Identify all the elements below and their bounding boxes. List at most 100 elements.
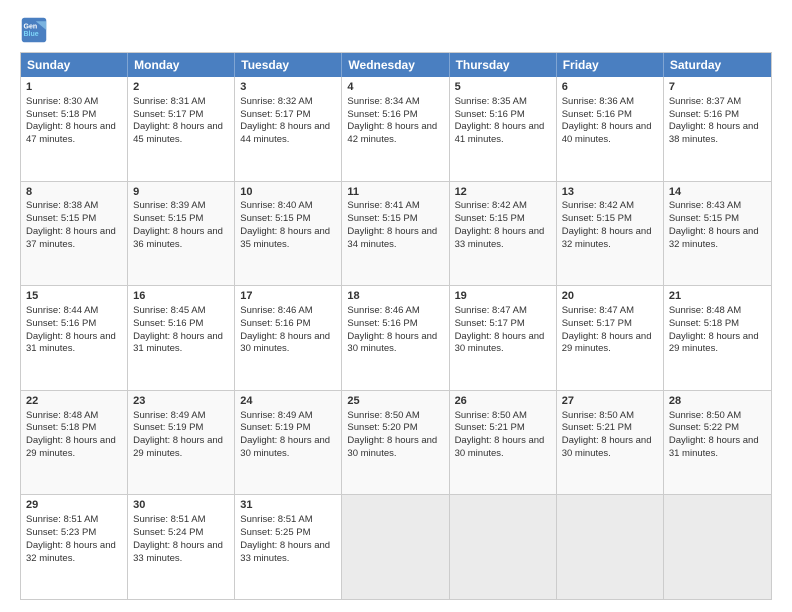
sunset-text: Sunset: 5:16 PM [562, 109, 632, 120]
sunrise-text: Sunrise: 8:51 AM [133, 514, 205, 525]
sunrise-text: Sunrise: 8:41 AM [347, 200, 419, 211]
sunrise-text: Sunrise: 8:50 AM [455, 410, 527, 421]
sunrise-text: Sunrise: 8:44 AM [26, 305, 98, 316]
daylight-text: Daylight: 8 hours and 30 minutes. [347, 331, 437, 355]
day-cell-25: 25Sunrise: 8:50 AMSunset: 5:20 PMDayligh… [342, 391, 449, 495]
daylight-text: Daylight: 8 hours and 30 minutes. [240, 331, 330, 355]
day-number: 14 [669, 185, 766, 200]
day-cell-1: 1Sunrise: 8:30 AMSunset: 5:18 PMDaylight… [21, 77, 128, 181]
daylight-text: Daylight: 8 hours and 30 minutes. [240, 435, 330, 459]
day-cell-18: 18Sunrise: 8:46 AMSunset: 5:16 PMDayligh… [342, 286, 449, 390]
sunset-text: Sunset: 5:16 PM [347, 109, 417, 120]
day-number: 26 [455, 394, 551, 409]
day-cell-11: 11Sunrise: 8:41 AMSunset: 5:15 PMDayligh… [342, 182, 449, 286]
daylight-text: Daylight: 8 hours and 42 minutes. [347, 121, 437, 145]
sunrise-text: Sunrise: 8:42 AM [562, 200, 634, 211]
header-day-saturday: Saturday [664, 53, 771, 77]
empty-cell [664, 495, 771, 599]
sunset-text: Sunset: 5:16 PM [133, 318, 203, 329]
header-day-monday: Monday [128, 53, 235, 77]
day-cell-14: 14Sunrise: 8:43 AMSunset: 5:15 PMDayligh… [664, 182, 771, 286]
sunrise-text: Sunrise: 8:31 AM [133, 96, 205, 107]
day-cell-19: 19Sunrise: 8:47 AMSunset: 5:17 PMDayligh… [450, 286, 557, 390]
sunset-text: Sunset: 5:20 PM [347, 422, 417, 433]
sunrise-text: Sunrise: 8:36 AM [562, 96, 634, 107]
sunrise-text: Sunrise: 8:49 AM [133, 410, 205, 421]
day-number: 2 [133, 80, 229, 95]
daylight-text: Daylight: 8 hours and 29 minutes. [26, 435, 116, 459]
sunrise-text: Sunrise: 8:32 AM [240, 96, 312, 107]
calendar-week-2: 8Sunrise: 8:38 AM Sunset: 5:15 PM Daylight… [21, 182, 771, 287]
daylight-text: Daylight: 8 hours and 34 minutes. [347, 226, 437, 250]
day-cell-8: 8Sunrise: 8:38 AMSunset: 5:15 PMDaylight… [21, 182, 128, 286]
day-number: 25 [347, 394, 443, 409]
day-cell-22: 22Sunrise: 8:48 AMSunset: 5:18 PMDayligh… [21, 391, 128, 495]
sunset-text: Sunset: 5:15 PM [669, 213, 739, 224]
daylight-text: Daylight: 8 hours and 29 minutes. [133, 435, 223, 459]
daylight-text: Daylight: 8 hours and 29 minutes. [669, 331, 759, 355]
day-cell-27: 27Sunrise: 8:50 AMSunset: 5:21 PMDayligh… [557, 391, 664, 495]
sunset-text: Sunset: 5:17 PM [240, 109, 310, 120]
day-cell-16: 16Sunrise: 8:45 AMSunset: 5:16 PMDayligh… [128, 286, 235, 390]
sunrise-text: Sunrise: 8:30 AM [26, 96, 98, 107]
day-number: 15 [26, 289, 122, 304]
sunrise-text: Sunrise: 8:34 AM [347, 96, 419, 107]
day-number: 1 [26, 80, 122, 95]
daylight-text: Daylight: 8 hours and 44 minutes. [240, 121, 330, 145]
day-cell-9: 9Sunrise: 8:39 AMSunset: 5:15 PMDaylight… [128, 182, 235, 286]
day-number: 11 [347, 185, 443, 200]
sunrise-text: Sunrise: 8:37 AM [669, 96, 741, 107]
day-number: 24 [240, 394, 336, 409]
day-cell-13: 13Sunrise: 8:42 AMSunset: 5:15 PMDayligh… [557, 182, 664, 286]
day-cell-23: 23Sunrise: 8:49 AMSunset: 5:19 PMDayligh… [128, 391, 235, 495]
day-cell-3: 3Sunrise: 8:32 AM Sunset: 5:17 PMDaylight… [235, 77, 342, 181]
sunset-text: Sunset: 5:19 PM [133, 422, 203, 433]
sunrise-text: Sunrise: 8:51 AM [26, 514, 98, 525]
day-cell-2: 2Sunrise: 8:31 AMSunset: 5:17 PMDaylight… [128, 77, 235, 181]
sunset-text: Sunset: 5:16 PM [347, 318, 417, 329]
daylight-text: Daylight: 8 hours and 32 minutes. [669, 226, 759, 250]
sunset-text: Sunset: 5:15 PM [133, 213, 203, 224]
daylight-text: Daylight: 8 hours and 35 minutes. [240, 226, 330, 250]
sunrise-text: Sunrise: 8:38 AM [26, 200, 98, 211]
sunrise-text: Sunrise: 8:49 AM [240, 410, 312, 421]
daylight-text: Daylight: 8 hours and 31 minutes. [26, 331, 116, 355]
sunrise-text: Sunrise: 8:40 AM [240, 200, 312, 211]
calendar-body: 1Sunrise: 8:30 AMSunset: 5:18 PMDaylight… [21, 77, 771, 599]
day-number: 3 [240, 80, 336, 95]
calendar-week-1: 1Sunrise: 8:30 AMSunset: 5:18 PMDaylight… [21, 77, 771, 182]
sunset-text: Sunset: 5:15 PM [240, 213, 310, 224]
day-cell-17: 17Sunrise: 8:46 AMSunset: 5:16 PMDayligh… [235, 286, 342, 390]
sunrise-text: Sunrise: 8:51 AM [240, 514, 312, 525]
daylight-text: Daylight: 8 hours and 33 minutes. [455, 226, 545, 250]
day-cell-7: 7Sunrise: 8:37 AMSunset: 5:16 PMDaylight… [664, 77, 771, 181]
daylight-text: Daylight: 8 hours and 38 minutes. [669, 121, 759, 145]
sunrise-text: Sunrise: 8:35 AM [455, 96, 527, 107]
daylight-text: Daylight: 8 hours and 29 minutes. [562, 331, 652, 355]
svg-text:Gen: Gen [24, 23, 38, 30]
sunset-text: Sunset: 5:21 PM [455, 422, 525, 433]
empty-cell [342, 495, 449, 599]
sunset-text: Sunset: 5:16 PM [455, 109, 525, 120]
daylight-text: Daylight: 8 hours and 36 minutes. [133, 226, 223, 250]
empty-cell [557, 495, 664, 599]
calendar-week-4: 22Sunrise: 8:48 AMSunset: 5:18 PMDayligh… [21, 391, 771, 496]
sunset-text: Sunset: 5:17 PM [133, 109, 203, 120]
day-number: 21 [669, 289, 766, 304]
sunrise-text: Sunrise: 8:50 AM [562, 410, 634, 421]
sunrise-text: Sunrise: 8:39 AM [133, 200, 205, 211]
daylight-text: Daylight: 8 hours and 33 minutes. [133, 540, 223, 564]
day-cell-6: 6Sunrise: 8:36 AMSunset: 5:16 PMDaylight… [557, 77, 664, 181]
sunrise-text: Sunrise: 8:46 AM [240, 305, 312, 316]
day-number: 8 [26, 185, 122, 200]
day-number: 31 [240, 498, 336, 513]
day-cell-21: 21Sunrise: 8:48 AMSunset: 5:18 PMDayligh… [664, 286, 771, 390]
sunset-text: Sunset: 5:25 PM [240, 527, 310, 538]
header-day-friday: Friday [557, 53, 664, 77]
day-cell-26: 26Sunrise: 8:50 AMSunset: 5:21 PMDayligh… [450, 391, 557, 495]
calendar-week-5: 29Sunrise: 8:51 AMSunset: 5:23 PMDayligh… [21, 495, 771, 599]
empty-cell [450, 495, 557, 599]
daylight-text: Daylight: 8 hours and 30 minutes. [347, 435, 437, 459]
logo-icon: Gen Blue [20, 16, 48, 44]
day-cell-30: 30Sunrise: 8:51 AMSunset: 5:24 PMDayligh… [128, 495, 235, 599]
